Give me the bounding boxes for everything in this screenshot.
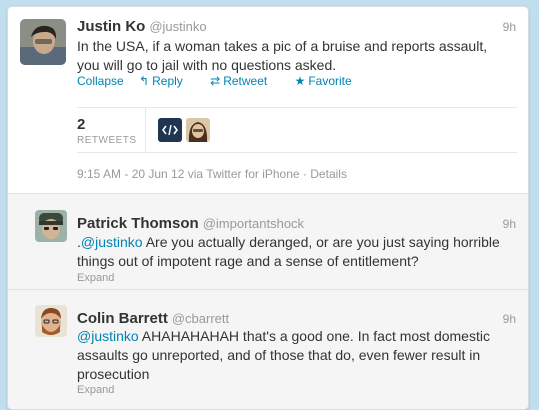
tweet-text: In the USA, if a woman takes a pic of a … <box>77 37 517 75</box>
avatar[interactable] <box>35 210 67 242</box>
tweet-conversation-panel: Justin Ko @justinko 9h In the USA, if a w… <box>7 6 529 410</box>
stats-divider <box>145 108 146 152</box>
retweet-count-label: RETWEETS <box>77 135 137 146</box>
star-icon: ★ <box>294 74 306 88</box>
tweet-text-line: assaults go unreported, and of those tha… <box>77 347 481 363</box>
tweet-timestamp[interactable]: 9:15 AM - 20 Jun 12 via Twitter for iPho… <box>77 167 300 181</box>
reply-tweet[interactable]: Colin Barrett @cbarrett 9h @justinko AHAH… <box>8 290 528 409</box>
favorite-button[interactable]: ★ Favorite <box>295 74 364 88</box>
avatar[interactable] <box>35 305 67 337</box>
tweet-text: @justinko AHAHAHAHAH that's a good one. … <box>77 327 517 384</box>
retweet-count[interactable]: 2 <box>77 116 85 133</box>
text-segment: Are you actually deranged, or are you ju… <box>142 234 500 250</box>
tweet-text-line: things out of impotent rage and a sense … <box>77 253 419 269</box>
main-tweet[interactable]: Justin Ko @justinko 9h In the USA, if a w… <box>8 7 528 194</box>
author-username: @cbarrett <box>171 311 230 326</box>
tweet-time[interactable]: 9h <box>503 312 516 326</box>
tweet-text-line: .@justinko Are you actually deranged, or… <box>77 233 517 252</box>
retweet-button[interactable]: ⇄ Retweet <box>210 74 279 88</box>
tweet-time[interactable]: 9h <box>503 20 516 34</box>
reply-tweet[interactable]: Patrick Thomson @importantshock 9h .@just… <box>8 194 528 290</box>
retweeter-avatar[interactable] <box>186 118 210 142</box>
tweet-stats: 2 RETWEETS <box>77 107 517 153</box>
expand-link[interactable]: Expand <box>77 384 114 396</box>
avatar[interactable] <box>20 19 66 65</box>
author-fullname[interactable]: Justin Ko @justinko <box>77 18 207 35</box>
favorite-label: Favorite <box>308 74 352 88</box>
mention-link[interactable]: @justinko <box>81 234 143 250</box>
retweet-label: Retweet <box>223 74 268 88</box>
fullname-text: Justin Ko <box>77 18 146 35</box>
fullname-text: Colin Barrett <box>77 310 168 327</box>
tweet-meta: 9:15 AM - 20 Jun 12 via Twitter for iPho… <box>77 167 347 181</box>
author-username: @justinko <box>149 19 207 34</box>
details-link[interactable]: Details <box>310 167 347 181</box>
text-segment: AHAHAHAHAH that's a good one. In fact mo… <box>138 328 490 344</box>
tweet-actions: Collapse ↰ Reply ⇄ Retweet ★ Favorite <box>77 74 376 88</box>
expand-link[interactable]: Expand <box>77 272 114 284</box>
reply-button[interactable]: ↰ Reply <box>139 74 195 88</box>
retweeter-avatar[interactable] <box>158 118 182 142</box>
reply-label: Reply <box>152 74 183 88</box>
tweet-text-line: prosecution <box>77 366 150 382</box>
reply-arrow-icon: ↰ <box>139 74 150 88</box>
tweet-text: .@justinko Are you actually deranged, or… <box>77 233 517 271</box>
collapse-link[interactable]: Collapse <box>77 74 124 88</box>
fullname-text: Patrick Thomson <box>77 215 199 232</box>
tweet-text-line: you will go to jail with no questions as… <box>77 57 337 73</box>
author-fullname[interactable]: Patrick Thomson @importantshock <box>77 215 304 232</box>
meta-separator: · <box>302 167 307 181</box>
mention-link[interactable]: @justinko <box>77 328 139 344</box>
retweet-arrows-icon: ⇄ <box>210 74 221 88</box>
tweet-time[interactable]: 9h <box>503 217 516 231</box>
author-username: @importantshock <box>202 216 305 231</box>
author-fullname[interactable]: Colin Barrett @cbarrett <box>77 310 229 327</box>
tweet-text-line: In the USA, if a woman takes a pic of a … <box>77 38 488 54</box>
tweet-text-line: @justinko AHAHAHAHAH that's a good one. … <box>77 327 517 346</box>
